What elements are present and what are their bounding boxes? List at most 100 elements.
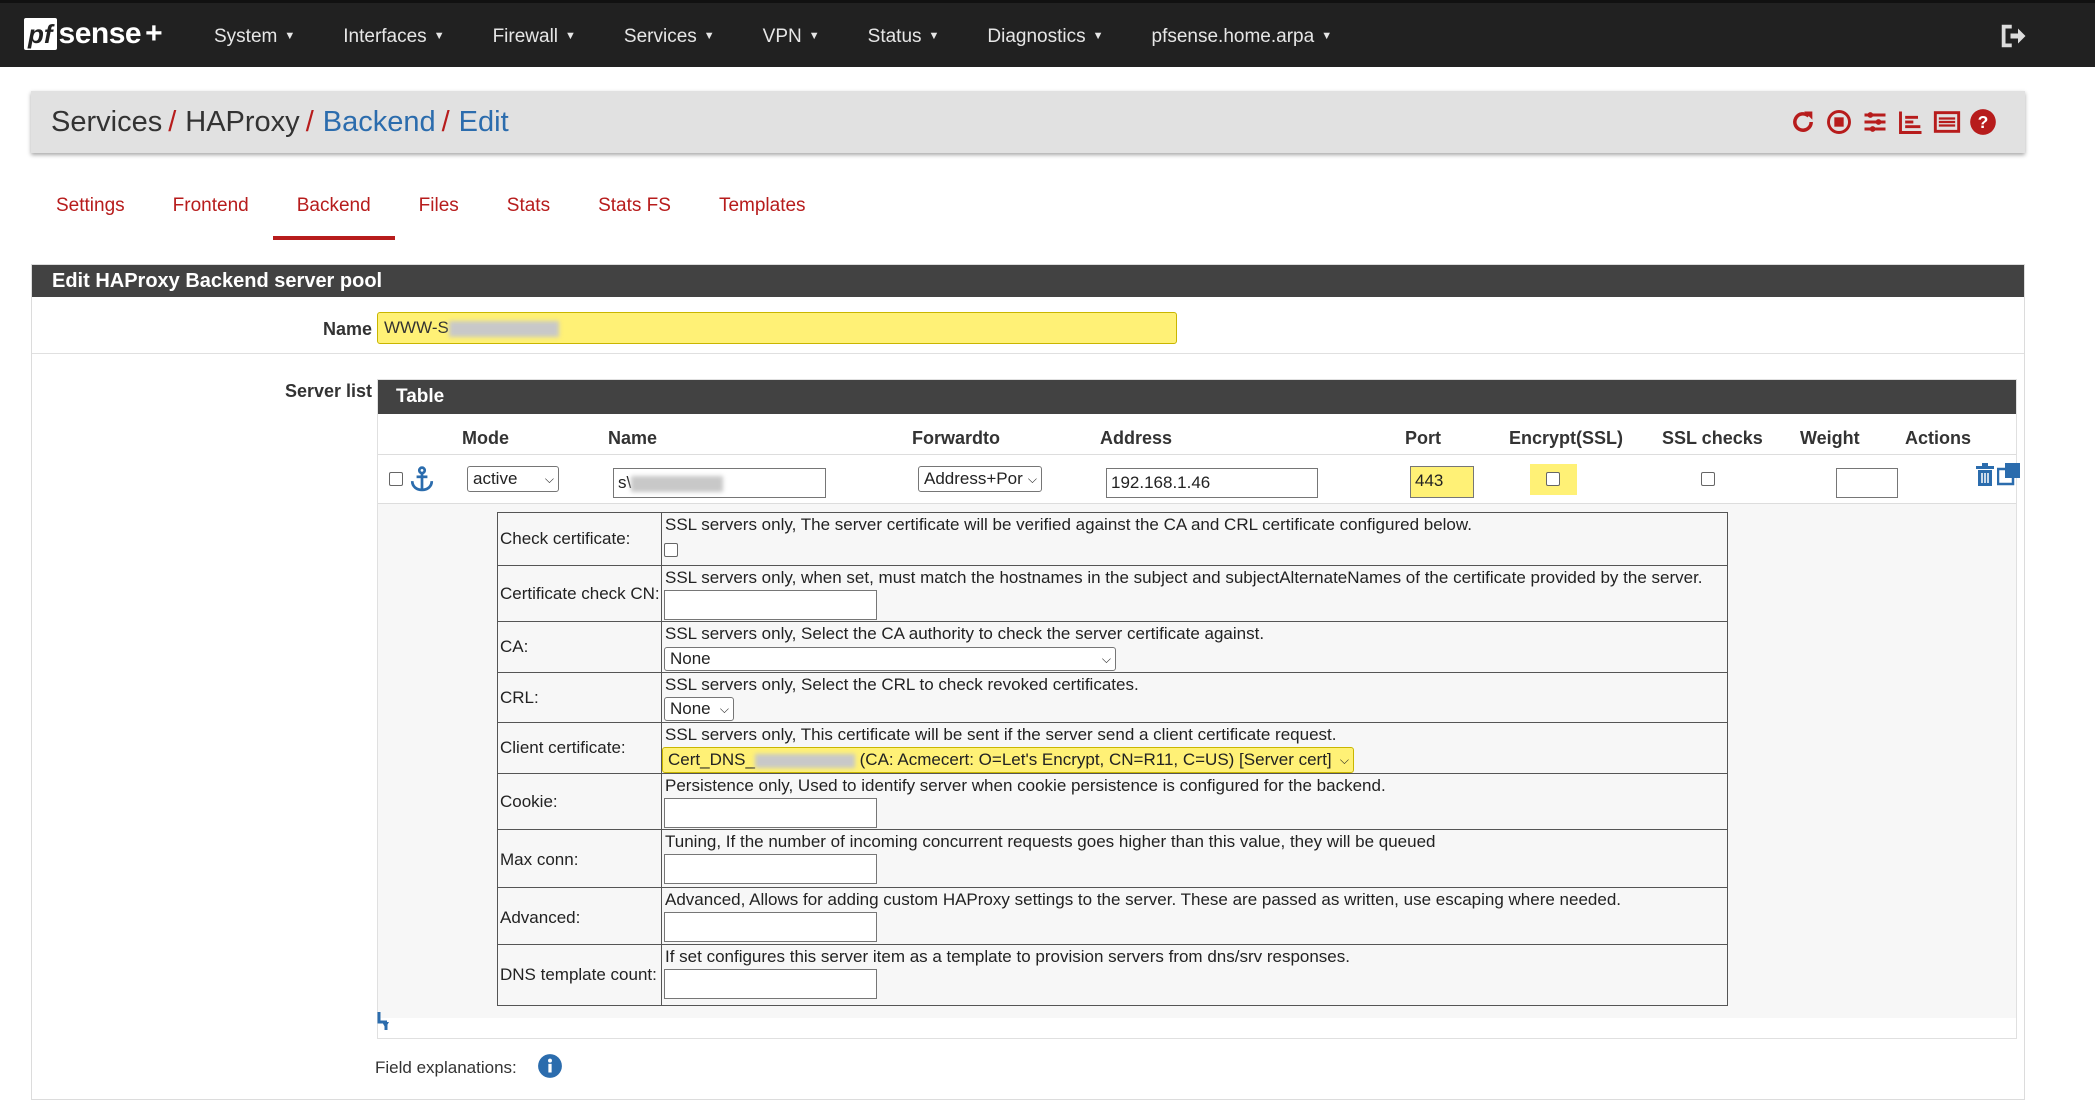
clone-icon[interactable] — [1997, 462, 2021, 486]
ca-row: CA: SSL servers only, Select the CA auth… — [498, 622, 1727, 673]
ssl-checks-checkbox[interactable] — [1701, 472, 1715, 486]
add-row-arrow-icon[interactable] — [376, 1010, 394, 1036]
dns-template-count-label: DNS template count: — [500, 965, 657, 984]
chevron-down-icon: ▼ — [1092, 30, 1104, 43]
trash-icon[interactable] — [1975, 463, 1995, 487]
breadcrumb-backend[interactable]: Backend — [323, 106, 436, 138]
cookie-desc: Persistence only, Used to identify serve… — [665, 776, 1386, 795]
cert-check-cn-desc: SSL servers only, when set, must match t… — [665, 568, 1703, 587]
cert-check-cn-label: Certificate check CN: — [500, 584, 660, 603]
menu-system[interactable]: System ▼ — [190, 3, 319, 70]
menu-diagnostics[interactable]: Diagnostics ▼ — [963, 3, 1127, 70]
client-certificate-select[interactable]: Cert_DNS_ (CA: Acmecert: O=Let's Encrypt… — [662, 747, 1354, 773]
name-row: Name WWW-S — [32, 297, 2024, 354]
col-forwardto: Forwardto — [912, 428, 1000, 448]
check-certificate-row: Check certificate: SSL servers only, The… — [498, 513, 1727, 566]
client-certificate-desc: SSL servers only, This certificate will … — [665, 725, 1337, 744]
server-table-title: Table — [378, 380, 2016, 414]
stop-icon[interactable] — [1825, 108, 1853, 136]
chevron-down-icon: ⌵ — [719, 702, 729, 716]
shortcut-icons: ? — [1789, 108, 1997, 136]
breadcrumb-separator: / — [441, 106, 450, 138]
forwardto-value: Address+Por — [924, 469, 1023, 488]
max-conn-desc: Tuning, If the number of incoming concur… — [665, 832, 1436, 851]
port-input[interactable]: 443 — [1410, 466, 1474, 498]
cookie-input[interactable] — [664, 798, 877, 828]
restart-icon[interactable] — [1789, 108, 1817, 136]
col-encrypt-ssl: Encrypt(SSL) — [1509, 428, 1624, 448]
logo-sense: sense — [58, 17, 142, 50]
menu-vpn[interactable]: VPN ▼ — [739, 3, 844, 70]
log-list-icon[interactable] — [1933, 108, 1961, 136]
chart-icon[interactable] — [1897, 108, 1925, 136]
server-name-input[interactable]: s\ — [613, 468, 826, 498]
breadcrumb-haproxy: HAProxy — [185, 106, 300, 138]
menu-interfaces[interactable]: Interfaces ▼ — [319, 3, 468, 70]
info-icon[interactable] — [537, 1053, 563, 1079]
crl-value: None — [670, 699, 711, 718]
col-mode: Mode — [462, 428, 509, 448]
menu-firewall[interactable]: Firewall ▼ — [469, 3, 600, 70]
tab-stats[interactable]: Stats — [483, 186, 574, 240]
max-conn-label: Max conn: — [500, 850, 579, 869]
field-explanations-label: Field explanations: — [375, 1058, 517, 1077]
breadcrumb: Services / HAProxy / Backend / Edit — [51, 91, 509, 153]
address-input[interactable]: 192.168.1.46 — [1106, 468, 1318, 498]
advanced-row: Advanced: Advanced, Allows for adding cu… — [498, 888, 1727, 945]
ca-label: CA: — [500, 637, 529, 656]
cookie-row: Cookie: Persistence only, Used to identi… — [498, 774, 1727, 830]
ca-select[interactable]: None ⌵ — [664, 647, 1116, 671]
chevron-down-icon: ⌵ — [544, 472, 554, 486]
encrypt-ssl-checkbox[interactable] — [1546, 472, 1560, 486]
chevron-down-icon: ▼ — [1321, 30, 1333, 43]
forwardto-select[interactable]: Address+Por ⌵ — [918, 466, 1042, 492]
name-input[interactable]: WWW-S — [377, 312, 1177, 344]
weight-input[interactable] — [1836, 468, 1898, 498]
client-certificate-label: Client certificate: — [500, 738, 626, 757]
breadcrumb-services: Services — [51, 106, 163, 138]
mode-select[interactable]: active ⌵ — [467, 466, 559, 492]
pfsense-logo[interactable]: pf sense + — [24, 17, 163, 51]
dns-template-count-input[interactable] — [664, 969, 877, 999]
settings-sliders-icon[interactable] — [1861, 108, 1889, 136]
dns-template-count-row: DNS template count: If set configures th… — [498, 945, 1727, 1005]
name-input-value: WWW-S — [384, 318, 449, 337]
advanced-input[interactable] — [664, 912, 877, 942]
breadcrumb-separator: / — [305, 106, 314, 138]
chevron-down-icon: ⌵ — [1027, 472, 1037, 486]
cert-check-cn-input[interactable] — [664, 590, 877, 620]
check-certificate-label: Check certificate: — [500, 529, 631, 548]
menu-status[interactable]: Status ▼ — [844, 3, 964, 70]
anchor-icon[interactable] — [409, 466, 435, 492]
tab-templates[interactable]: Templates — [695, 186, 830, 240]
menu-services[interactable]: Services ▼ — [600, 3, 739, 70]
tab-stats-fs[interactable]: Stats FS — [574, 186, 695, 240]
crl-row: CRL: SSL servers only, Select the CRL to… — [498, 673, 1727, 723]
dns-template-count-desc: If set configures this server item as a … — [665, 947, 1350, 966]
chevron-down-icon: ▼ — [565, 30, 576, 43]
server-name-value: s\ — [618, 473, 632, 492]
logout-icon[interactable] — [1998, 21, 2028, 51]
advanced-desc: Advanced, Allows for adding custom HAPro… — [665, 890, 1621, 909]
tab-frontend[interactable]: Frontend — [149, 186, 273, 240]
max-conn-input[interactable] — [664, 854, 877, 884]
tab-files[interactable]: Files — [395, 186, 483, 240]
check-certificate-checkbox[interactable] — [664, 543, 678, 557]
help-icon[interactable]: ? — [1969, 108, 1997, 136]
name-label: Name — [322, 319, 372, 339]
chevron-down-icon: ▼ — [808, 30, 820, 43]
backend-edit-panel: Edit HAProxy Backend server pool Name WW… — [31, 264, 2025, 1100]
breadcrumb-edit[interactable]: Edit — [459, 106, 509, 138]
crl-select[interactable]: None ⌵ — [664, 697, 734, 721]
server-list-label: Server list — [284, 381, 372, 401]
col-name: Name — [608, 428, 658, 448]
tab-backend[interactable]: Backend — [272, 186, 395, 240]
ca-desc: SSL servers only, Select the CA authorit… — [665, 624, 1265, 643]
row-select-checkbox[interactable] — [389, 472, 403, 486]
col-address: Address — [1100, 428, 1173, 448]
redacted-cert-name — [754, 753, 855, 768]
tab-settings[interactable]: Settings — [32, 186, 149, 240]
menu-hostname[interactable]: pfsense.home.arpa ▼ — [1128, 3, 1357, 70]
chevron-down-icon: ⌵ — [1101, 652, 1111, 666]
col-port: Port — [1405, 428, 1441, 448]
